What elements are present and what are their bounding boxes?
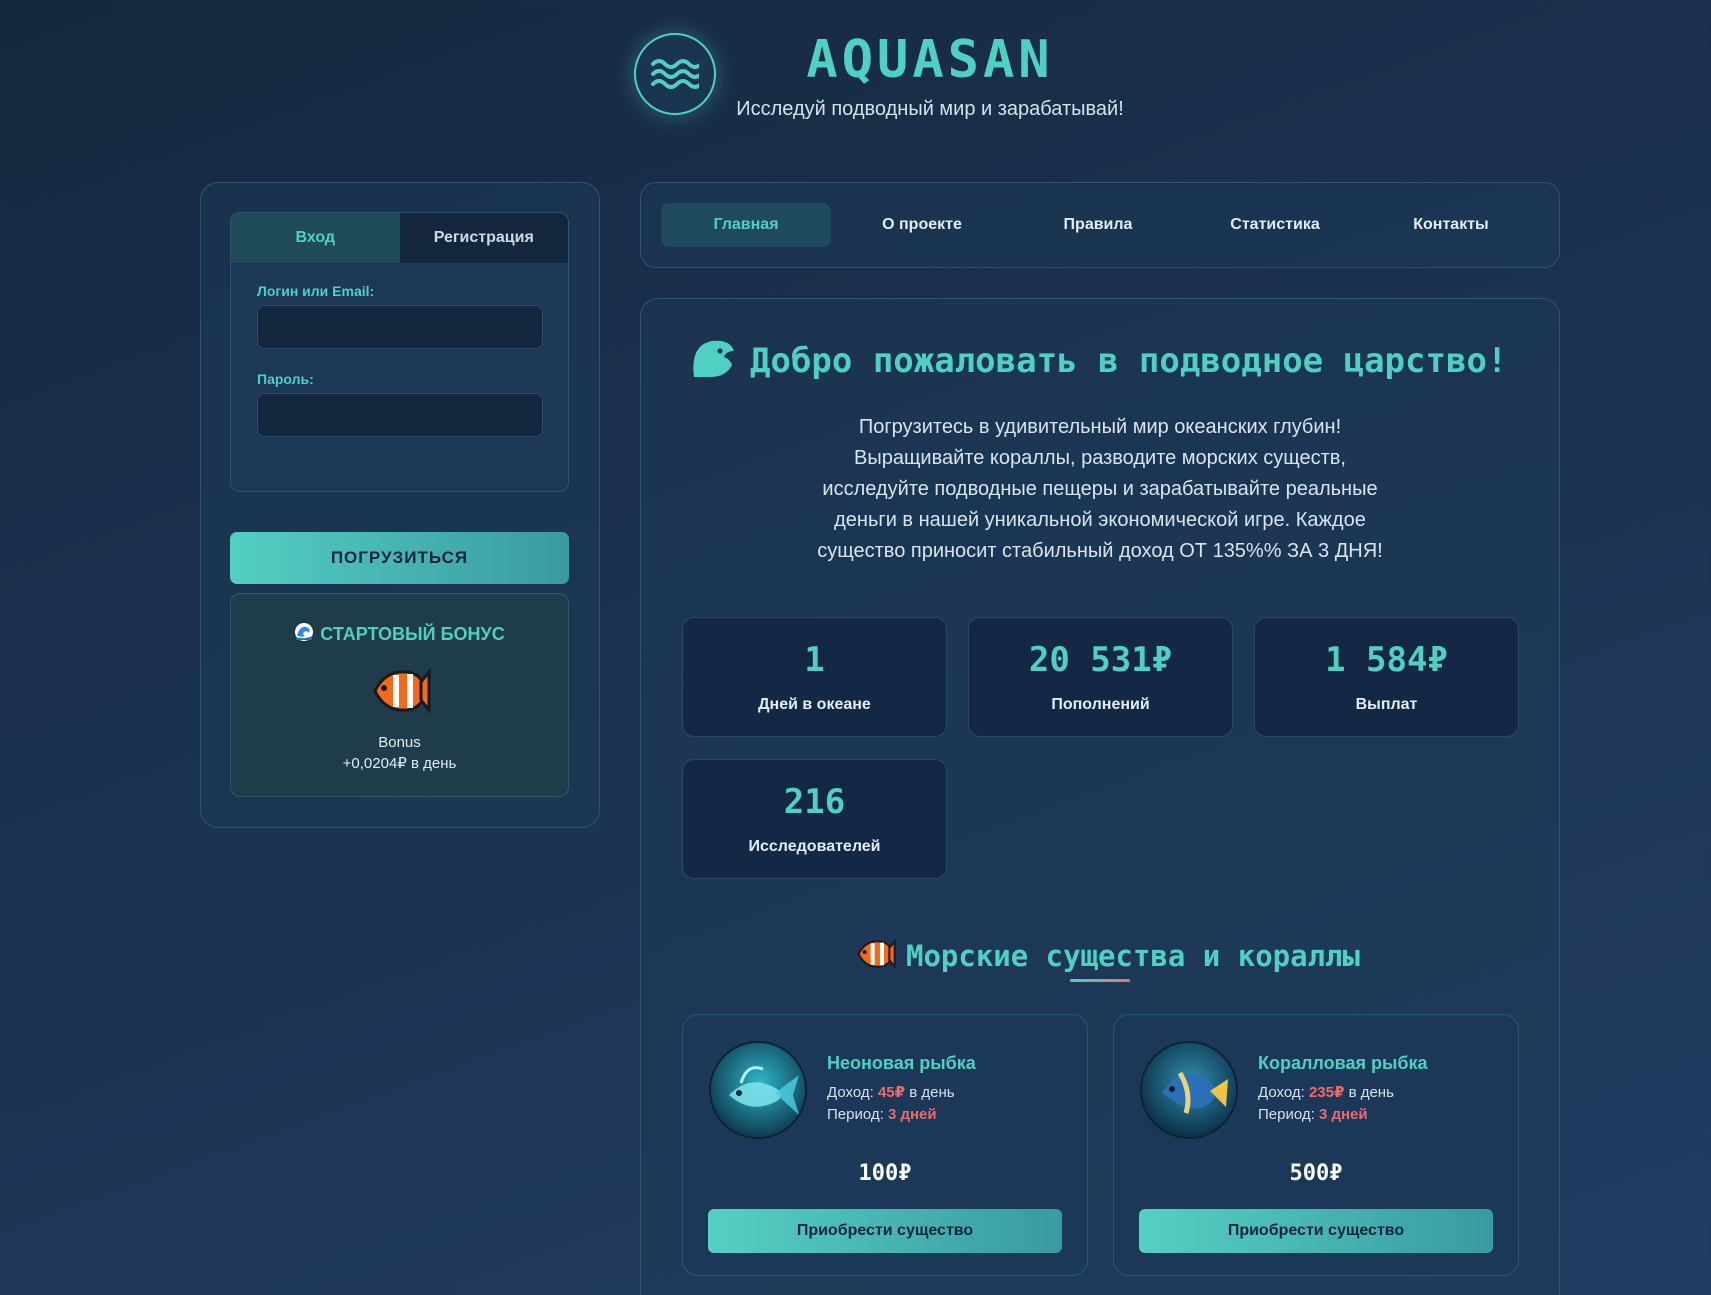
stat-label: Дней в океане bbox=[758, 696, 871, 713]
creature-period: Период: 3 дней bbox=[827, 1106, 937, 1123]
password-label: Пароль: bbox=[257, 371, 314, 387]
creature-income: Доход: 235₽ в день bbox=[1258, 1084, 1394, 1101]
login-input[interactable] bbox=[257, 305, 543, 349]
intro-text: Погрузитесь в удивительный мир океанских… bbox=[760, 412, 1440, 567]
whale-icon bbox=[690, 337, 736, 386]
start-bonus-card: СТАРТОВЫЙ БОНУС Bonus +0,0204₽ в день bbox=[230, 593, 569, 797]
welcome-title: Добро пожаловать в подводное царство! bbox=[750, 341, 1508, 381]
creature-card: Коралловая рыбка Доход: 235₽ в день Пери… bbox=[1113, 1014, 1519, 1276]
welcome-heading: Добро пожаловать в подводное царство! bbox=[690, 335, 1520, 387]
dive-button[interactable]: ПОГРУЗИТЬСЯ bbox=[230, 532, 569, 584]
stat-label: Выплат bbox=[1355, 696, 1418, 713]
tab-register[interactable]: Регистрация bbox=[399, 213, 568, 263]
coral-fish-image bbox=[1140, 1041, 1238, 1139]
buy-creature-button[interactable]: Приобрести существо bbox=[1139, 1209, 1493, 1253]
buy-creature-button[interactable]: Приобрести существо bbox=[708, 1209, 1062, 1253]
creature-card: Неоновая рыбка Доход: 45₽ в день Период:… bbox=[682, 1014, 1088, 1276]
stat-value: 20 531₽ bbox=[1028, 640, 1173, 680]
stat-value: 1 584₽ bbox=[1325, 640, 1448, 680]
creature-price: 500₽ bbox=[1289, 1161, 1343, 1186]
stat-card-days: 1 Дней в океане bbox=[682, 617, 947, 737]
creature-income: Доход: 45₽ в день bbox=[827, 1084, 955, 1101]
bonus-title-row: СТАРТОВЫЙ БОНУС bbox=[231, 622, 568, 647]
site-header: AQUASAN Исследуй подводный мир и зарабат… bbox=[0, 0, 1711, 150]
intro-line: деньги в нашей уникальной экономической … bbox=[834, 509, 1366, 531]
intro-line: Выращивайте кораллы, разводите морских с… bbox=[854, 447, 1346, 469]
stat-card-explorers: 216 Исследователей bbox=[682, 759, 947, 879]
password-input[interactable] bbox=[257, 393, 543, 437]
intro-line: существо приносит стабильный доход ОТ 13… bbox=[817, 540, 1383, 562]
creature-name: Коралловая рыбка bbox=[1258, 1053, 1428, 1073]
stat-value: 1 bbox=[804, 640, 825, 680]
nav-about[interactable]: О проекте bbox=[837, 203, 1007, 247]
tropical-fish-icon bbox=[371, 664, 431, 718]
main-nav: Главная О проекте Правила Статистика Кон… bbox=[640, 182, 1560, 268]
intro-line: Погрузитесь в удивительный мир океанских… bbox=[858, 416, 1342, 438]
auth-tabs: Вход Регистрация bbox=[231, 213, 568, 263]
nav-home[interactable]: Главная bbox=[661, 203, 831, 247]
tab-login[interactable]: Вход bbox=[231, 213, 400, 263]
section-title: Морские существа и кораллы bbox=[906, 939, 1360, 973]
stat-card-deposits: 20 531₽ Пополнений bbox=[968, 617, 1233, 737]
intro-line: исследуйте подводные пещеры и зарабатыва… bbox=[822, 478, 1378, 500]
bonus-rate: +0,0204₽ в день bbox=[342, 755, 457, 772]
nav-statistics[interactable]: Статистика bbox=[1190, 203, 1360, 247]
creature-period: Период: 3 дней bbox=[1258, 1106, 1368, 1123]
creature-price: 100₽ bbox=[858, 1161, 912, 1186]
creature-name: Неоновая рыбка bbox=[827, 1053, 976, 1073]
bonus-name: Bonus bbox=[378, 734, 421, 751]
stat-card-payouts: 1 584₽ Выплат bbox=[1254, 617, 1519, 737]
creatures-section-heading: Морские существа и кораллы bbox=[856, 934, 1360, 978]
brand-logo-text[interactable]: AQUASAN bbox=[760, 30, 1100, 90]
nav-rules[interactable]: Правила bbox=[1013, 203, 1183, 247]
stat-label: Исследователей bbox=[748, 838, 881, 855]
wave-icon bbox=[294, 622, 314, 647]
neon-fish-image bbox=[709, 1041, 807, 1139]
tagline: Исследуй подводный мир и зарабатывай! bbox=[736, 98, 1124, 120]
bonus-title: СТАРТОВЫЙ БОНУС bbox=[320, 624, 505, 644]
section-underline bbox=[1070, 979, 1130, 982]
tropical-fish-icon bbox=[856, 936, 896, 977]
nav-contacts[interactable]: Контакты bbox=[1366, 203, 1536, 247]
auth-form: Вход Регистрация Логин или Email: Пароль… bbox=[230, 212, 569, 492]
stat-value: 216 bbox=[783, 782, 846, 822]
stat-label: Пополнений bbox=[1051, 696, 1150, 713]
login-label: Логин или Email: bbox=[257, 283, 375, 299]
